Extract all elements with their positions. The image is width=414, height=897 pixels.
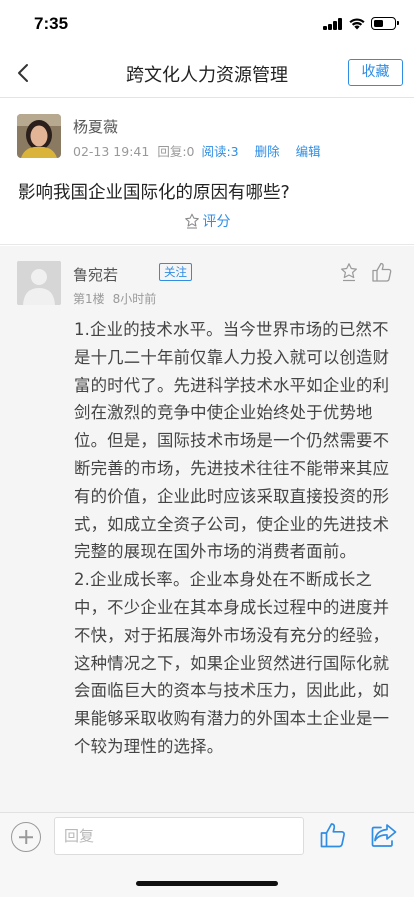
floor-number: 第1楼 — [73, 292, 105, 306]
answerer-avatar[interactable] — [17, 261, 61, 305]
thumbs-up-icon[interactable] — [371, 261, 393, 283]
follow-button[interactable]: 关注 — [159, 263, 192, 281]
wifi-icon — [349, 18, 365, 30]
reply-bar — [0, 812, 414, 897]
asker-avatar[interactable] — [17, 114, 61, 158]
status-bar: 7:35 — [0, 0, 414, 48]
read-count: 阅读:3 — [201, 144, 239, 159]
answer-time: 8小时前 — [112, 292, 157, 306]
question-time: 02-13 19:41 — [73, 144, 150, 159]
home-indicator — [136, 881, 278, 886]
add-attachment-button[interactable] — [11, 822, 41, 852]
cellular-signal-icon — [323, 18, 343, 30]
reply-count: 回复:0 — [157, 144, 195, 159]
rate-button[interactable]: 评分 — [0, 211, 414, 231]
nav-bar: 跨文化人力资源管理 收藏 — [0, 48, 414, 98]
answerer-name: 鲁宛若 — [73, 266, 119, 284]
question-meta: 02-13 19:41 回复:0 阅读:3 删除 编辑 — [73, 141, 321, 160]
edit-link[interactable]: 编辑 — [296, 144, 321, 159]
question-section: 杨夏薇 02-13 19:41 回复:0 阅读:3 删除 编辑 影响我国企业国际… — [0, 99, 414, 245]
question-title: 影响我国企业国际化的原因有哪些? — [18, 183, 290, 203]
answer-paragraph: 2.企业成长率。企业本身处在不断成长之中，不少企业在其本身成长过程中的进度并不快… — [74, 570, 390, 756]
answer-body: 1.企业的技术水平。当今世界市场的已然不是十几二十年前仅靠人力投入就可以创造财富… — [74, 316, 396, 761]
answer-item: 鲁宛若 关注 第1楼 8小时前 1.企业的技术水平。当今世界市场的已然不是十几二十… — [0, 246, 414, 812]
asker-name: 杨夏薇 — [73, 118, 119, 136]
answer-paragraph: 1.企业的技术水平。当今世界市场的已然不是十几二十年前仅靠人力投入就可以创造财富… — [74, 320, 390, 562]
like-button[interactable] — [319, 821, 347, 849]
reply-input[interactable] — [54, 817, 304, 855]
rate-icon — [184, 213, 199, 229]
delete-link[interactable]: 删除 — [255, 144, 280, 159]
answer-meta: 第1楼 8小时前 — [73, 290, 156, 307]
share-button[interactable] — [370, 822, 398, 848]
rate-label: 评分 — [202, 214, 231, 230]
status-time: 7:35 — [34, 14, 69, 33]
favorite-button[interactable]: 收藏 — [348, 59, 403, 86]
battery-icon — [371, 17, 399, 30]
rate-answer-icon[interactable] — [339, 262, 359, 282]
